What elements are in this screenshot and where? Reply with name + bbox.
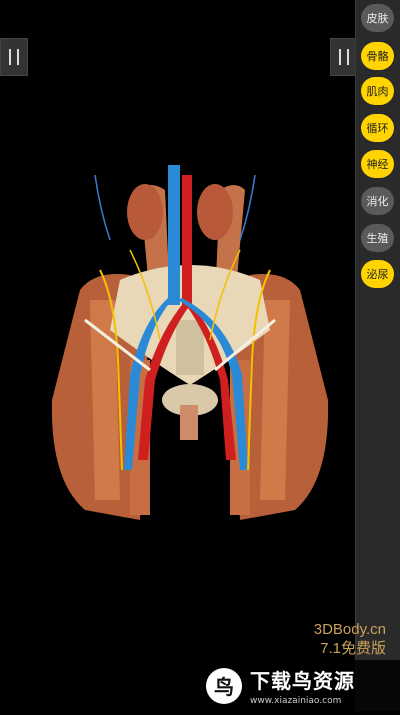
right-pause-button[interactable]	[330, 38, 358, 76]
layer-toggle-circulation[interactable]: 循环	[361, 114, 394, 142]
watermark-url: www.xiazainiao.com	[250, 696, 342, 706]
pause-icon	[9, 49, 11, 65]
bird-logo-icon: 鸟	[206, 667, 242, 704]
layer-toggle-nerve[interactable]: 神经	[361, 150, 394, 178]
left-pause-button[interactable]	[0, 38, 28, 76]
brand-label: 3DBody.cn 7.1免费版	[314, 620, 386, 658]
layer-toggle-skeleton[interactable]: 骨骼	[361, 42, 394, 70]
layer-toggle-reproduction[interactable]: 生殖	[361, 224, 394, 252]
watermark-banner: 鸟 下载鸟资源 www.xiazainiao.com	[198, 660, 400, 711]
watermark-title: 下载鸟资源	[250, 669, 355, 693]
brand-version: 7.1免费版	[320, 640, 386, 657]
layer-toggle-urinary[interactable]: 泌尿	[361, 260, 394, 288]
layer-toggle-skin[interactable]: 皮肤	[361, 4, 394, 32]
layer-toggle-muscle[interactable]: 肌肉	[361, 77, 394, 105]
brand-site: 3DBody.cn	[313, 621, 386, 638]
3d-model-viewport[interactable]	[0, 0, 356, 711]
layer-toggle-digestion[interactable]: 消化	[361, 187, 394, 215]
layer-sidebar: 皮肤 骨骼 肌肉 循环 神经 消化 生殖 泌尿	[355, 0, 400, 711]
pelvis-anatomy-model[interactable]	[0, 0, 356, 711]
pause-icon	[339, 49, 341, 65]
